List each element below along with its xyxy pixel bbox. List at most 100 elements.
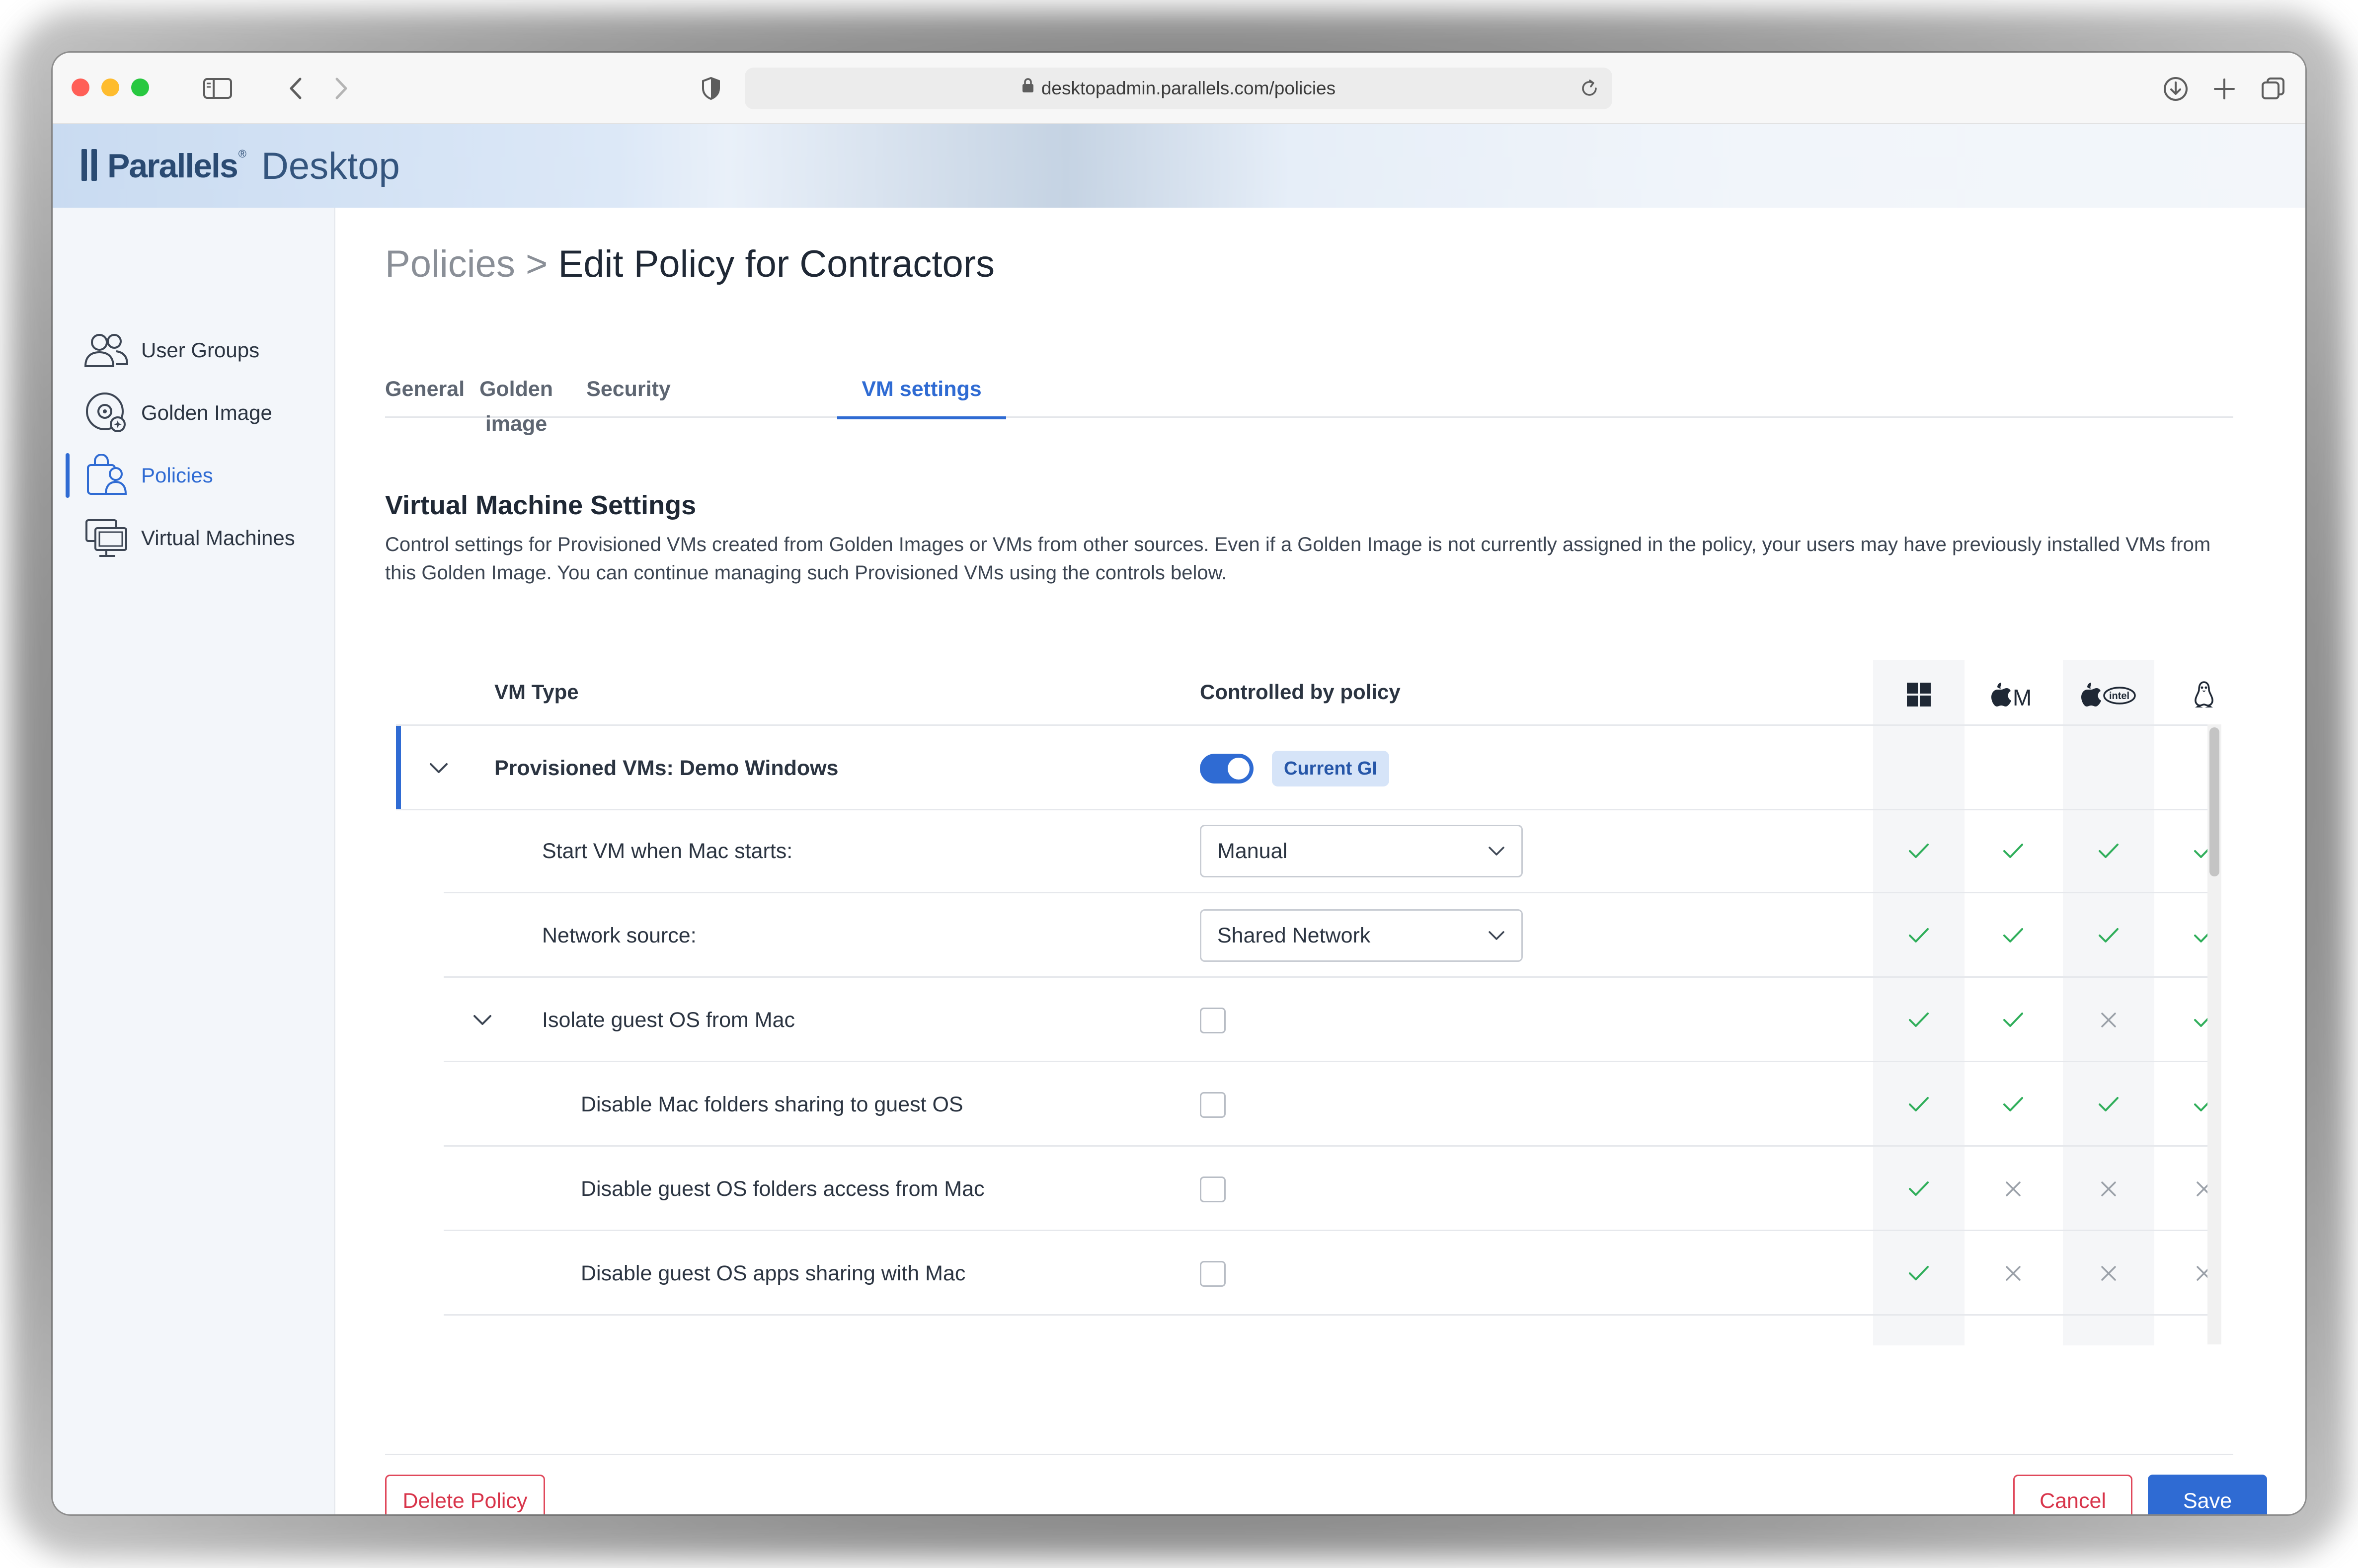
setting-row-disable-guest-folders-access: Disable guest OS folders access from Mac bbox=[444, 1147, 2211, 1231]
cross-icon bbox=[1967, 1174, 2059, 1204]
check-icon bbox=[2063, 1090, 2154, 1119]
sidebar-toggle-icon[interactable] bbox=[202, 75, 234, 102]
parallels-bars-icon bbox=[80, 146, 102, 186]
setting-row-disable-guest-apps-sharing: Disable guest OS apps sharing with Mac bbox=[444, 1231, 2211, 1316]
lock-icon bbox=[1022, 67, 1034, 108]
setting-label: Disable guest OS apps sharing with Mac bbox=[581, 1261, 966, 1285]
select-value: Shared Network bbox=[1217, 924, 1371, 947]
setting-row-disable-mac-folders-sharing: Disable Mac folders sharing to guest OS bbox=[444, 1062, 2214, 1147]
setting-row-network-source: Network source: Shared Network bbox=[444, 893, 2214, 978]
scrollbar-thumb[interactable] bbox=[2209, 727, 2219, 876]
close-window-button[interactable] bbox=[72, 78, 89, 96]
linux-icon bbox=[2158, 680, 2250, 709]
sidebar-item-label: User Groups bbox=[141, 338, 260, 362]
toggle-knob bbox=[1228, 758, 1250, 780]
isolate-guest-os-checkbox[interactable] bbox=[1200, 1008, 1226, 1033]
disable-guest-apps-sharing-checkbox[interactable] bbox=[1200, 1261, 1226, 1287]
sidebar-item-policies[interactable]: Policies bbox=[53, 448, 334, 503]
brand-product: Desktop bbox=[261, 145, 400, 187]
forward-icon[interactable] bbox=[329, 75, 354, 102]
parallels-logo[interactable]: Parallels ® Desktop bbox=[80, 142, 400, 190]
tab-golden-image[interactable]: Golden image bbox=[459, 372, 574, 436]
minimize-window-button[interactable] bbox=[101, 78, 119, 96]
url-value: desktopadmin.parallels.com/policies bbox=[1041, 78, 1336, 98]
tab-overview-icon[interactable] bbox=[2259, 75, 2287, 103]
setting-row-start-vm: Start VM when Mac starts: Manual bbox=[444, 809, 2214, 893]
brand-name: Parallels bbox=[107, 147, 238, 185]
sidebar-item-user-groups[interactable]: User Groups bbox=[53, 323, 334, 378]
cross-icon bbox=[2063, 1174, 2154, 1204]
save-button[interactable]: Save bbox=[2148, 1475, 2267, 1514]
controlled-by-policy-toggle[interactable] bbox=[1200, 754, 1254, 784]
new-tab-icon[interactable] bbox=[2210, 75, 2239, 103]
reload-icon[interactable] bbox=[1576, 76, 1602, 101]
golden-image-icon bbox=[83, 390, 129, 436]
tab-vm-settings[interactable]: VM settings bbox=[837, 372, 1006, 419]
browser-window: desktopadmin.parallels.com/policies Para… bbox=[53, 53, 2305, 1514]
vm-settings-table: M intel VM Type Controlled by policy Pro… bbox=[385, 660, 2233, 1345]
privacy-shield-icon[interactable] bbox=[699, 75, 723, 102]
check-icon bbox=[1967, 921, 2059, 950]
zoom-window-button[interactable] bbox=[131, 78, 149, 96]
tab-general[interactable]: General bbox=[385, 372, 465, 416]
check-icon bbox=[2158, 1005, 2250, 1035]
tab-security[interactable]: Security bbox=[584, 372, 673, 416]
svg-text:M: M bbox=[2013, 685, 2032, 707]
address-bar[interactable]: desktopadmin.parallels.com/policies bbox=[745, 68, 1612, 109]
brand-registered-mark: ® bbox=[238, 148, 246, 160]
start-vm-select[interactable]: Manual bbox=[1200, 825, 1523, 877]
sidebar-item-label: Policies bbox=[141, 464, 213, 487]
app-header: Parallels ® Desktop bbox=[53, 124, 2305, 208]
footer-divider bbox=[385, 1454, 2233, 1455]
check-icon bbox=[1873, 1174, 1965, 1204]
check-icon bbox=[2158, 836, 2250, 866]
table-scrollbar[interactable] bbox=[2207, 724, 2221, 1344]
chevron-down-icon[interactable] bbox=[468, 1005, 497, 1035]
disable-guest-folders-access-checkbox[interactable] bbox=[1200, 1176, 1226, 1202]
breadcrumb-parent-link[interactable]: Policies bbox=[385, 243, 515, 285]
chevron-down-icon bbox=[1487, 926, 1506, 945]
apple-intel-icon: intel bbox=[2063, 680, 2154, 709]
breadcrumb: Policies > Edit Policy for Contractors bbox=[385, 242, 995, 286]
page-title: Edit Policy for Contractors bbox=[558, 243, 995, 285]
cross-icon bbox=[2063, 1005, 2154, 1035]
check-icon bbox=[1873, 836, 1965, 866]
disable-mac-folders-sharing-checkbox[interactable] bbox=[1200, 1092, 1226, 1118]
check-icon bbox=[1967, 1090, 2059, 1119]
check-icon bbox=[2158, 1090, 2250, 1119]
active-indicator bbox=[66, 453, 70, 498]
setting-row-isolate-guest-os: Isolate guest OS from Mac bbox=[444, 978, 2214, 1062]
sidebar-item-virtual-machines[interactable]: Virtual Machines bbox=[53, 511, 334, 565]
downloads-icon[interactable] bbox=[2161, 75, 2190, 103]
windows-icon bbox=[1873, 680, 1965, 709]
chevron-down-icon[interactable] bbox=[424, 753, 454, 783]
chevron-down-icon bbox=[1487, 841, 1506, 861]
back-icon[interactable] bbox=[283, 75, 308, 102]
section-title: Virtual Machine Settings bbox=[385, 490, 697, 520]
policies-icon bbox=[83, 453, 129, 498]
sidebar-item-label: Golden Image bbox=[141, 401, 272, 424]
cross-icon bbox=[2158, 1174, 2250, 1204]
setting-label: Start VM when Mac starts: bbox=[542, 839, 793, 863]
group-row-provisioned-vms: Provisioned VMs: Demo Windows Current GI bbox=[396, 724, 2207, 810]
setting-label: Disable Mac folders sharing to guest OS bbox=[581, 1093, 963, 1116]
apple-m-icon: M bbox=[1967, 680, 2059, 709]
cancel-button[interactable]: Cancel bbox=[2013, 1475, 2132, 1514]
column-header-vm-type: VM Type bbox=[494, 680, 579, 704]
select-value: Manual bbox=[1217, 839, 1288, 863]
cross-icon bbox=[2158, 1258, 2250, 1288]
sidebar: User Groups Golden Image Policies Virtua… bbox=[53, 208, 335, 1514]
user-groups-icon bbox=[83, 327, 129, 373]
sidebar-item-golden-image[interactable]: Golden Image bbox=[53, 386, 334, 440]
column-header-controlled-by-policy: Controlled by policy bbox=[1200, 680, 1401, 704]
current-gi-badge: Current GI bbox=[1272, 751, 1389, 786]
sidebar-item-label: Virtual Machines bbox=[141, 526, 295, 549]
check-icon bbox=[1967, 1005, 2059, 1035]
delete-policy-button[interactable]: Delete Policy bbox=[385, 1475, 545, 1514]
network-source-select[interactable]: Shared Network bbox=[1200, 909, 1523, 962]
group-row-label: Provisioned VMs: Demo Windows bbox=[494, 756, 839, 780]
setting-label: Network source: bbox=[542, 924, 697, 947]
main-content: Policies > Edit Policy for Contractors G… bbox=[335, 208, 2305, 1514]
section-description: Control settings for Provisioned VMs cre… bbox=[385, 534, 2211, 584]
check-icon bbox=[2158, 921, 2250, 950]
